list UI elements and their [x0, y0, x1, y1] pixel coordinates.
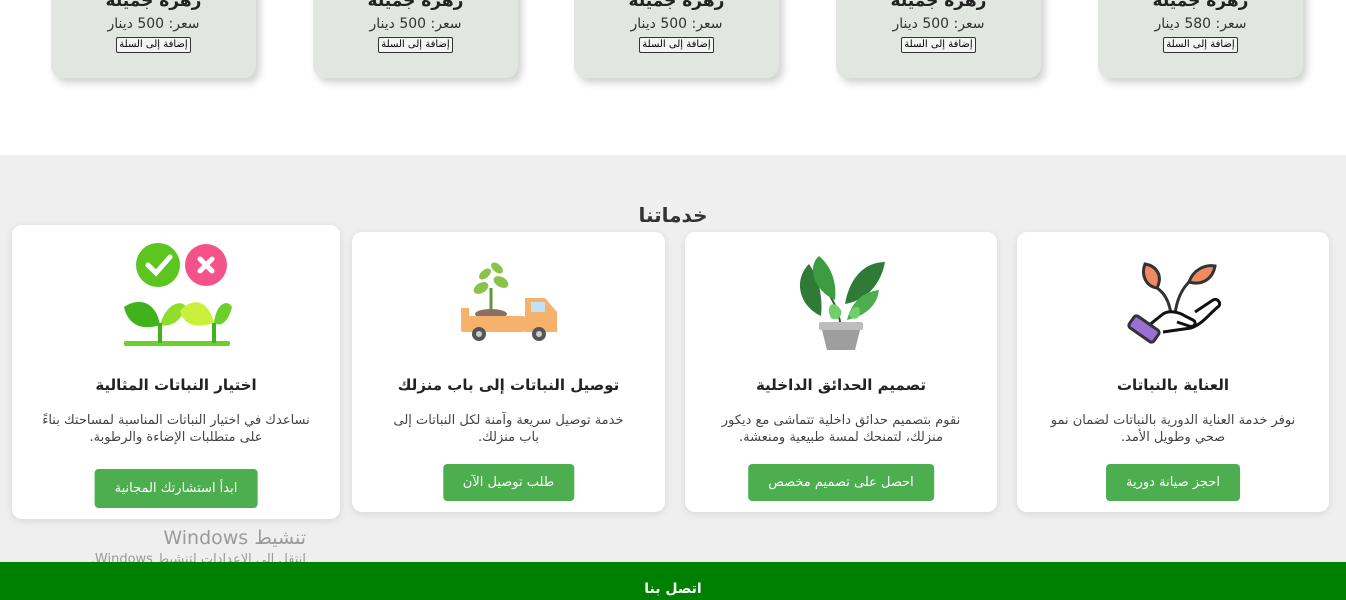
request-delivery-button[interactable]: طلب توصيل الآن	[442, 464, 575, 501]
service-card-garden-design: تصميم الحدائق الداخلية نقوم بتصميم حدائق…	[685, 232, 997, 512]
product-card: زهرة جميلة سعر: 500 دينار إضافة إلى السل…	[313, 0, 518, 78]
custom-design-button[interactable]: احصل على تصميم مخصص	[748, 464, 934, 501]
hand-holding-plant-icon	[1123, 252, 1223, 352]
product-name: زهرة جميلة	[105, 0, 202, 10]
product-price: سعر: 500 دينار	[892, 16, 985, 32]
plant-choice-check-icon	[120, 241, 232, 353]
start-consultation-button[interactable]: ابدأ استشارتك المجانية	[94, 469, 258, 508]
product-price: سعر: 580 دينار	[1154, 16, 1247, 32]
add-to-cart-button[interactable]: إضافة إلى السلة	[901, 37, 976, 53]
service-description: نقوم بتصميم حدائق داخلية تتماشى مع ديكور…	[721, 413, 961, 445]
add-to-cart-button[interactable]: إضافة إلى السلة	[116, 37, 191, 53]
watermark-line1: تنشيط Windows	[163, 527, 306, 549]
service-description: خدمة توصيل سريعة وآمنة لكل النباتات إلى …	[393, 413, 624, 445]
service-title: اختيار النباتات المثالية	[95, 376, 257, 394]
product-card: زهرة جميلة سعر: 500 دينار إضافة إلى السل…	[836, 0, 1041, 78]
service-card-delivery: توصيل النباتات إلى باب منزلك خدمة توصيل …	[352, 232, 665, 512]
product-name: زهرة جميلة	[890, 0, 987, 10]
add-to-cart-button[interactable]: إضافة إلى السلة	[1163, 37, 1238, 53]
product-card: زهرة جميلة سعر: 580 دينار إضافة إلى السل…	[1098, 0, 1303, 78]
service-card-plant-choice: اختيار النباتات المثالية نساعدك في اختيا…	[12, 225, 340, 519]
service-title: تصميم الحدائق الداخلية	[755, 376, 927, 394]
product-name: زهرة جميلة	[367, 0, 464, 10]
product-price: سعر: 500 دينار	[369, 16, 462, 32]
add-to-cart-button[interactable]: إضافة إلى السلة	[639, 37, 714, 53]
book-maintenance-button[interactable]: احجز صيانة دورية	[1106, 464, 1240, 501]
product-price: سعر: 500 دينار	[630, 16, 723, 32]
service-title: العناية بالنباتات	[1116, 376, 1230, 394]
contact-us-heading: اتصل بنا	[644, 581, 702, 597]
service-description: نساعدك في اختيار النباتات المناسبة لمساح…	[42, 413, 310, 445]
delivery-truck-plant-icon	[457, 260, 561, 344]
product-name: زهرة جميلة	[628, 0, 725, 10]
product-price: سعر: 500 دينار	[107, 16, 200, 32]
footer: اتصل بنا	[0, 562, 1346, 600]
products-strip: زهرة جميلة سعر: 580 دينار إضافة إلى السل…	[0, 0, 1346, 155]
service-description: نوفر خدمة العناية الدورية بالنباتات لضما…	[1050, 413, 1296, 445]
service-card-plant-care: العناية بالنباتات نوفر خدمة العناية الدو…	[1017, 232, 1329, 512]
product-card: زهرة جميلة سعر: 500 دينار إضافة إلى السل…	[51, 0, 256, 78]
services-section: خدماتنا العناية بالنباتات نوفر خدمة العن…	[0, 155, 1346, 562]
add-to-cart-button[interactable]: إضافة إلى السلة	[378, 37, 453, 53]
product-name: زهرة جميلة	[1152, 0, 1249, 10]
potted-plant-icon	[791, 250, 891, 354]
service-title: توصيل النباتات إلى باب منزلك	[397, 376, 620, 394]
product-card: زهرة جميلة سعر: 500 دينار إضافة إلى السل…	[574, 0, 779, 78]
services-heading: خدماتنا	[638, 203, 708, 227]
